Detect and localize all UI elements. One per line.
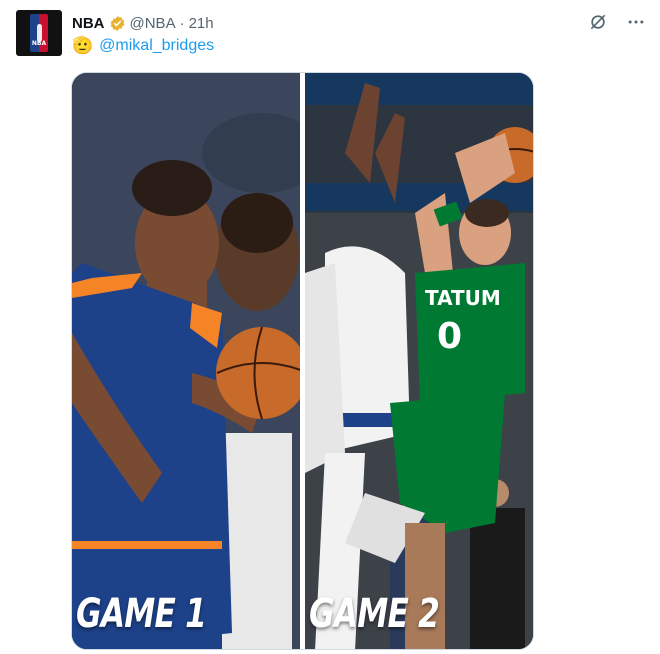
tweet-timestamp[interactable]: 21h <box>189 15 214 32</box>
game-1-illustration <box>72 73 300 649</box>
author-handle[interactable]: @NBA <box>130 15 176 32</box>
jersey-number: 0 <box>437 316 462 357</box>
game-1-label: GAME 1 <box>76 591 207 637</box>
game-1-photo: GAME 1 <box>72 73 300 649</box>
tweet-header: NBA @NBA · 21h <box>72 13 214 33</box>
more-icon[interactable] <box>626 12 646 37</box>
verified-badge-icon <box>110 15 124 31</box>
game-2-label: GAME 2 <box>309 591 440 637</box>
tweet-actions-top <box>588 12 646 37</box>
game-2-illustration: TATUM 0 <box>305 73 533 649</box>
author-name[interactable]: NBA <box>72 15 105 32</box>
salute-emoji: 🫡 <box>72 36 94 55</box>
tweet-media[interactable]: GAME 1 TATUM 0 GAME 2 <box>71 72 534 650</box>
jersey-name: TATUM <box>425 286 501 310</box>
separator-dot: · <box>179 14 185 32</box>
game-2-photo: TATUM 0 GAME 2 <box>305 73 533 649</box>
avatar[interactable]: NBA <box>16 10 62 56</box>
avatar-logo-text: NBA <box>31 40 47 47</box>
mention-link[interactable]: @mikal_bridges <box>99 37 214 55</box>
grok-icon[interactable] <box>588 12 608 37</box>
tweet-text: 🫡 @mikal_bridges <box>72 36 214 56</box>
